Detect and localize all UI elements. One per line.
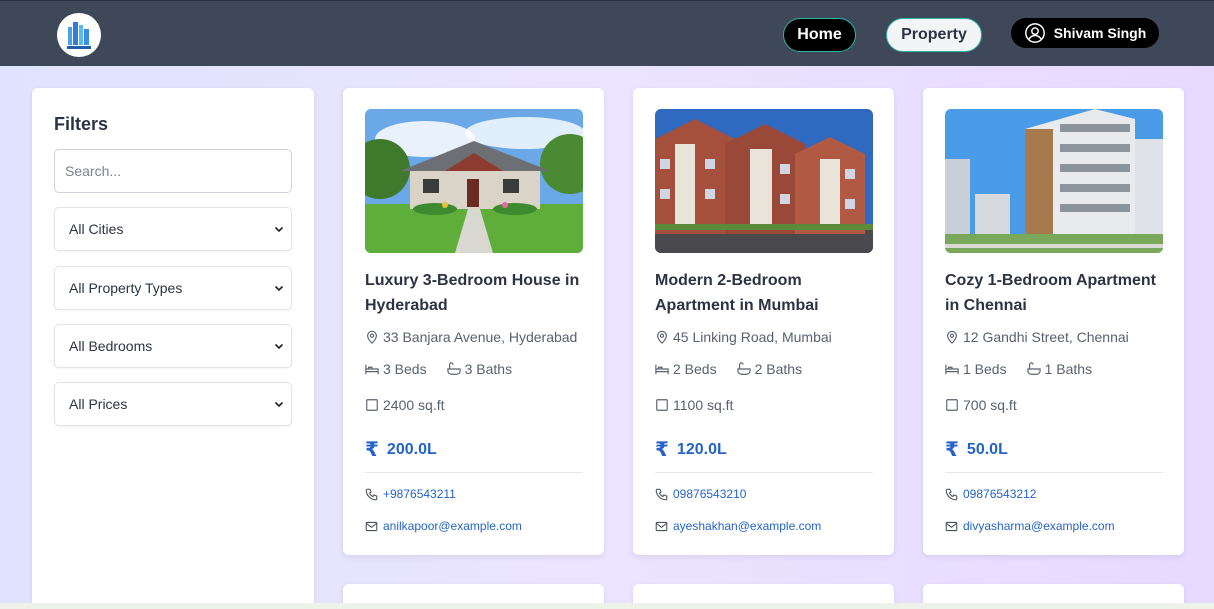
property-price: ₹ 50.0L — [945, 439, 1008, 461]
contact-phone-link[interactable]: +9876543211 — [365, 487, 456, 501]
property-type-select[interactable]: All Property Types — [54, 266, 292, 310]
property-price: ₹ 120.0L — [655, 439, 727, 461]
filters-title: Filters — [54, 114, 109, 134]
logo[interactable] — [57, 13, 101, 57]
bedrooms-select[interactable]: All Bedrooms — [54, 324, 292, 368]
property-card[interactable]: Modern 2-Bedroom Apartment in Mumbai 45 … — [633, 88, 894, 555]
bed-icon — [365, 364, 379, 375]
area-square-icon — [366, 399, 378, 411]
chevron-down-icon — [274, 401, 284, 408]
property-title[interactable]: Modern 2-Bedroom Apartment in Mumbai — [655, 268, 875, 318]
property-area: 1100 sq.ft — [655, 397, 733, 413]
nav-home-button[interactable]: Home — [783, 18, 856, 52]
property-address: 45 Linking Road, Mumbai — [655, 329, 832, 345]
divider — [655, 472, 873, 473]
property-image[interactable] — [365, 109, 583, 253]
bath-icon — [736, 362, 751, 375]
search-input[interactable] — [54, 149, 292, 193]
prices-select-value: All Prices — [69, 396, 128, 412]
navbar: Home Property Shivam Singh — [0, 0, 1214, 66]
bed-icon — [655, 364, 669, 375]
property-area: 700 sq.ft — [945, 397, 1017, 413]
divider — [365, 472, 583, 473]
contact-phone-link[interactable]: 09876543210 — [655, 487, 746, 501]
property-title[interactable]: Luxury 3-Bedroom House in Hyderabad — [365, 268, 585, 318]
filters-panel: Filters All Cities All Property Types Al… — [32, 88, 314, 609]
location-pin-icon — [947, 330, 957, 344]
phone-icon — [945, 488, 958, 500]
area-square-icon — [656, 399, 668, 411]
property-address: 33 Banjara Avenue, Hyderabad — [365, 329, 577, 345]
divider — [945, 472, 1163, 473]
rupee-icon: ₹ — [945, 439, 959, 461]
contact-email-link[interactable]: ayeshakhan@example.com — [655, 519, 821, 533]
user-avatar-icon — [1024, 23, 1045, 43]
page-bottom-edge — [0, 603, 1214, 609]
property-beds-baths: 3 Beds 3 Baths — [365, 361, 512, 377]
phone-icon — [365, 488, 378, 500]
property-address: 12 Gandhi Street, Chennai — [945, 329, 1129, 345]
property-beds-baths: 1 Beds 1 Baths — [945, 361, 1092, 377]
user-name: Shivam Singh — [1053, 25, 1147, 41]
location-pin-icon — [657, 330, 667, 344]
chevron-down-icon — [274, 343, 284, 350]
bedrooms-select-value: All Bedrooms — [69, 338, 153, 354]
bath-icon — [446, 362, 461, 375]
contact-email-link[interactable]: anilkapoor@example.com — [365, 519, 522, 533]
contact-phone-link[interactable]: 09876543212 — [945, 487, 1036, 501]
rupee-icon: ₹ — [365, 439, 379, 461]
property-price: ₹ 200.0L — [365, 439, 437, 461]
mail-icon — [945, 521, 958, 531]
rupee-icon: ₹ — [655, 439, 669, 461]
bath-icon — [1026, 362, 1041, 375]
property-title[interactable]: Cozy 1-Bedroom Apartment in Chennai — [945, 268, 1165, 318]
property-image[interactable] — [945, 109, 1163, 253]
mail-icon — [365, 521, 378, 531]
property-beds-baths: 2 Beds 2 Baths — [655, 361, 802, 377]
contact-email-link[interactable]: divyasharma@example.com — [945, 519, 1115, 533]
logo-icon — [59, 15, 99, 55]
mail-icon — [655, 521, 668, 531]
property-card[interactable]: Cozy 1-Bedroom Apartment in Chennai 12 G… — [923, 88, 1184, 555]
property-card[interactable]: Luxury 3-Bedroom House in Hyderabad 33 B… — [343, 88, 604, 555]
city-select[interactable]: All Cities — [54, 207, 292, 251]
prices-select[interactable]: All Prices — [54, 382, 292, 426]
chevron-down-icon — [274, 226, 284, 233]
property-area: 2400 sq.ft — [365, 397, 445, 413]
city-select-value: All Cities — [69, 221, 124, 237]
bed-icon — [945, 364, 959, 375]
nav-property-button[interactable]: Property — [886, 18, 982, 52]
phone-icon — [655, 488, 668, 500]
property-image[interactable] — [655, 109, 873, 253]
chevron-down-icon — [274, 285, 284, 292]
property-type-select-value: All Property Types — [69, 280, 183, 296]
location-pin-icon — [367, 330, 377, 344]
user-menu-button[interactable]: Shivam Singh — [1011, 18, 1159, 48]
area-square-icon — [946, 399, 958, 411]
